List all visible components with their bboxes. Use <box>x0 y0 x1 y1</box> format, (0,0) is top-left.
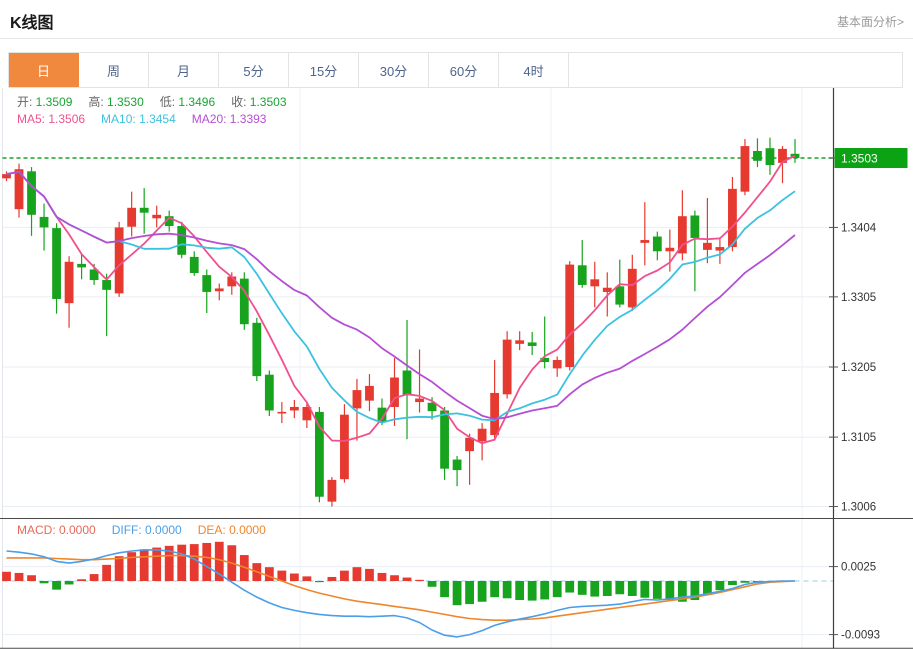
ohlc-legend-item-1: 高: 1.3530 <box>88 95 144 109</box>
dea-line <box>6 554 796 622</box>
ma-legend: MA5: 1.3506 MA10: 1.3454 MA20: 1.3393 <box>17 112 282 126</box>
current-price-tag: 1.3503 <box>834 148 908 168</box>
tab-period-1[interactable]: 周 <box>79 53 149 87</box>
period-tabbar: 日周月 5分 15分 30分 60分 4时 <box>8 52 903 88</box>
header-divider <box>0 38 913 39</box>
price-tick-4: 1.3006 <box>841 502 876 514</box>
ohlc-legend-item-3: 收: 1.3503 <box>231 95 287 109</box>
tab-period-2[interactable]: 月 <box>149 53 219 87</box>
diff-line <box>6 549 795 638</box>
ohlc-legend: 开: 1.3509 高: 1.3530 低: 1.3496 收: 1.3503 <box>17 93 303 110</box>
macd-legend-item-0: MACD: 0.0000 <box>17 523 96 537</box>
price-tick-2: 1.3205 <box>841 362 876 374</box>
ma-legend-item-2: MA20: 1.3393 <box>191 112 267 126</box>
macd-legend-item-2: DEA: 0.0000 <box>197 523 266 537</box>
macd-tick-0: 0.0025 <box>841 562 876 574</box>
price-tick-1: 1.3305 <box>841 292 876 304</box>
ohlc-legend-item-0: 开: 1.3509 <box>17 95 73 109</box>
tab-period-0[interactable]: 日 <box>9 53 79 87</box>
candles-layer <box>2 137 800 507</box>
axis-labels-layer: 1.3404 1.3305 1.3205 1.3105 1.3006 0.0025 -0.0… <box>829 222 880 642</box>
ma-legend-item-0: MA5: 1.3506 <box>17 112 86 126</box>
tab-period-3[interactable]: 5分 <box>219 53 289 87</box>
svg-text:1.3503: 1.3503 <box>841 152 878 166</box>
tab-period-7[interactable]: 4时 <box>499 53 569 87</box>
tab-period-6[interactable]: 60分 <box>429 53 499 87</box>
grid-layer <box>2 88 833 648</box>
macd-legend-item-1: DIFF: 0.0000 <box>111 523 182 537</box>
macd-hist-layer <box>2 541 762 606</box>
price-tick-0: 1.3404 <box>841 222 877 234</box>
price-tick-3: 1.3105 <box>841 432 876 444</box>
macd-legend: MACD: 0.0000 DIFF: 0.0000 DEA: 0.0000 <box>17 523 282 537</box>
macd-tick-1: -0.0093 <box>841 630 880 642</box>
tab-period-4[interactable]: 15分 <box>289 53 359 87</box>
ma-lines-layer <box>6 154 796 445</box>
tab-period-5[interactable]: 30分 <box>359 53 429 87</box>
page-title: K线图 <box>10 15 54 32</box>
ohlc-legend-item-2: 低: 1.3496 <box>159 95 216 109</box>
fundamental-analysis-link[interactable]: 基本面分析> <box>837 13 904 30</box>
ma-legend-item-1: MA10: 1.3454 <box>101 112 176 126</box>
ma5-line <box>6 154 796 445</box>
ma20-line <box>6 170 796 421</box>
kline-macd-chart[interactable]: 1.3404 1.3305 1.3205 1.3105 1.3006 0.0025 -0.0… <box>0 88 913 649</box>
